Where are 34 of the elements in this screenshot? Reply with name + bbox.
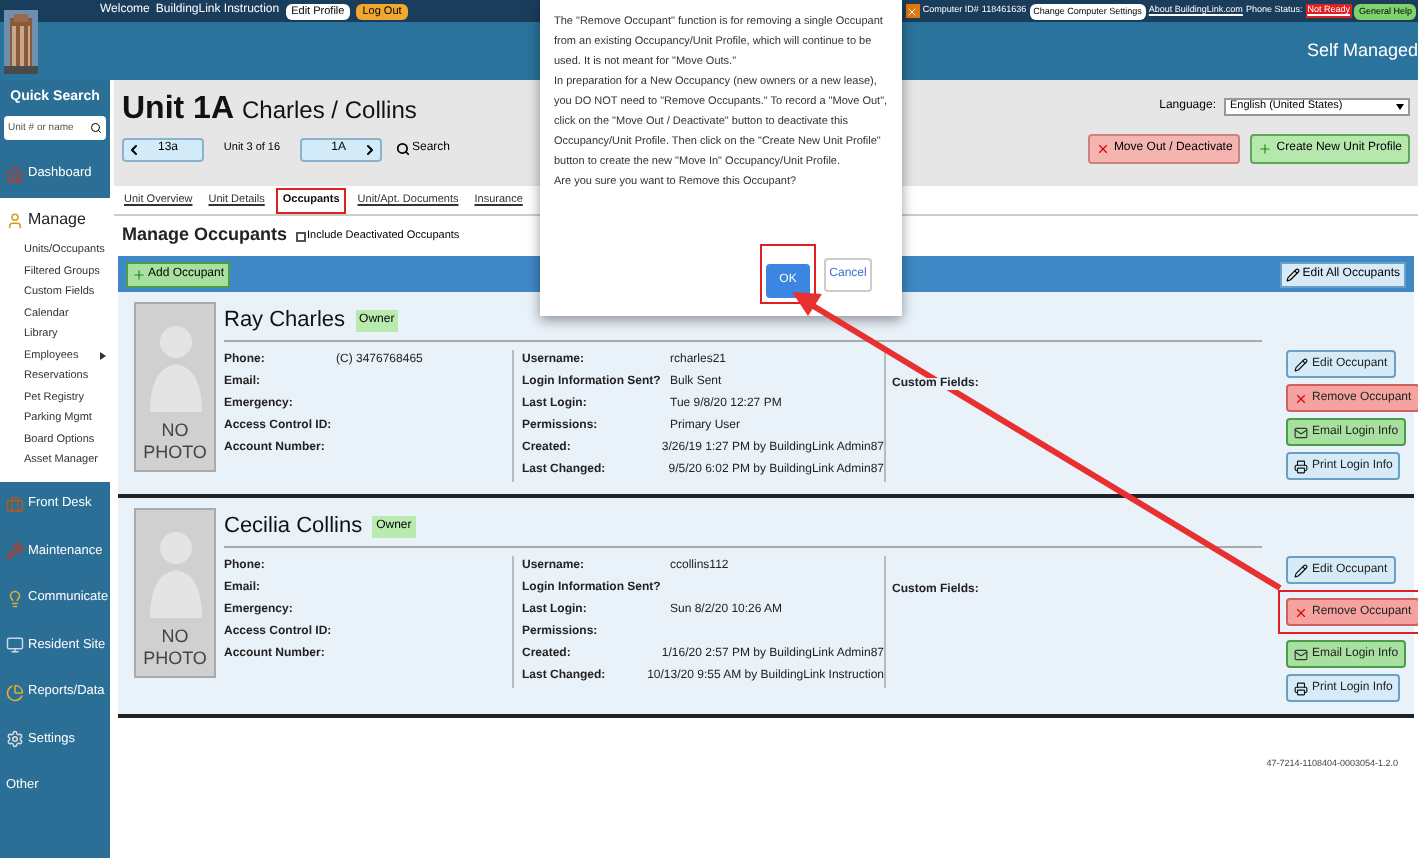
pencil-icon — [1286, 267, 1301, 281]
unit-title: Unit 1A — [122, 92, 234, 128]
person-icon — [6, 211, 24, 229]
pie-chart-icon — [6, 683, 24, 702]
include-deactivated-checkbox[interactable] — [295, 231, 306, 241]
envelope-icon — [1294, 425, 1308, 439]
nav-section-label[interactable]: Manage — [28, 208, 86, 232]
wrench-icon — [6, 542, 24, 561]
printer-icon — [1294, 681, 1308, 695]
close-icon — [1095, 142, 1110, 156]
envelope-icon — [1294, 647, 1308, 661]
occupant-name: Ray Charles — [224, 306, 346, 337]
briefcase-icon — [6, 495, 24, 514]
monitor-icon — [6, 636, 24, 655]
no-photo-label: NO PHOTO — [143, 420, 207, 464]
chevron-right-icon — [362, 141, 378, 157]
unit-names: Charles / Collins — [242, 94, 417, 128]
pencil-icon — [1294, 357, 1308, 371]
search-icon — [396, 142, 410, 156]
section-title: Manage Occupants — [122, 222, 288, 249]
close-icon — [1294, 391, 1308, 405]
search-icon — [90, 121, 102, 133]
house-icon — [6, 165, 24, 184]
lightbulb-icon — [6, 589, 24, 608]
submenu-caret-icon — [100, 351, 106, 360]
close-icon — [1294, 605, 1308, 619]
pencil-icon — [1294, 563, 1308, 577]
printer-icon — [1294, 459, 1308, 473]
chevron-left-icon — [126, 141, 142, 157]
plus-icon — [132, 267, 146, 281]
occupant-name: Cecilia Collins — [224, 512, 363, 543]
banner-title: Self Managed — [1306, 37, 1418, 64]
plus-icon — [1258, 142, 1273, 156]
no-photo-label: NO PHOTO — [143, 626, 207, 670]
